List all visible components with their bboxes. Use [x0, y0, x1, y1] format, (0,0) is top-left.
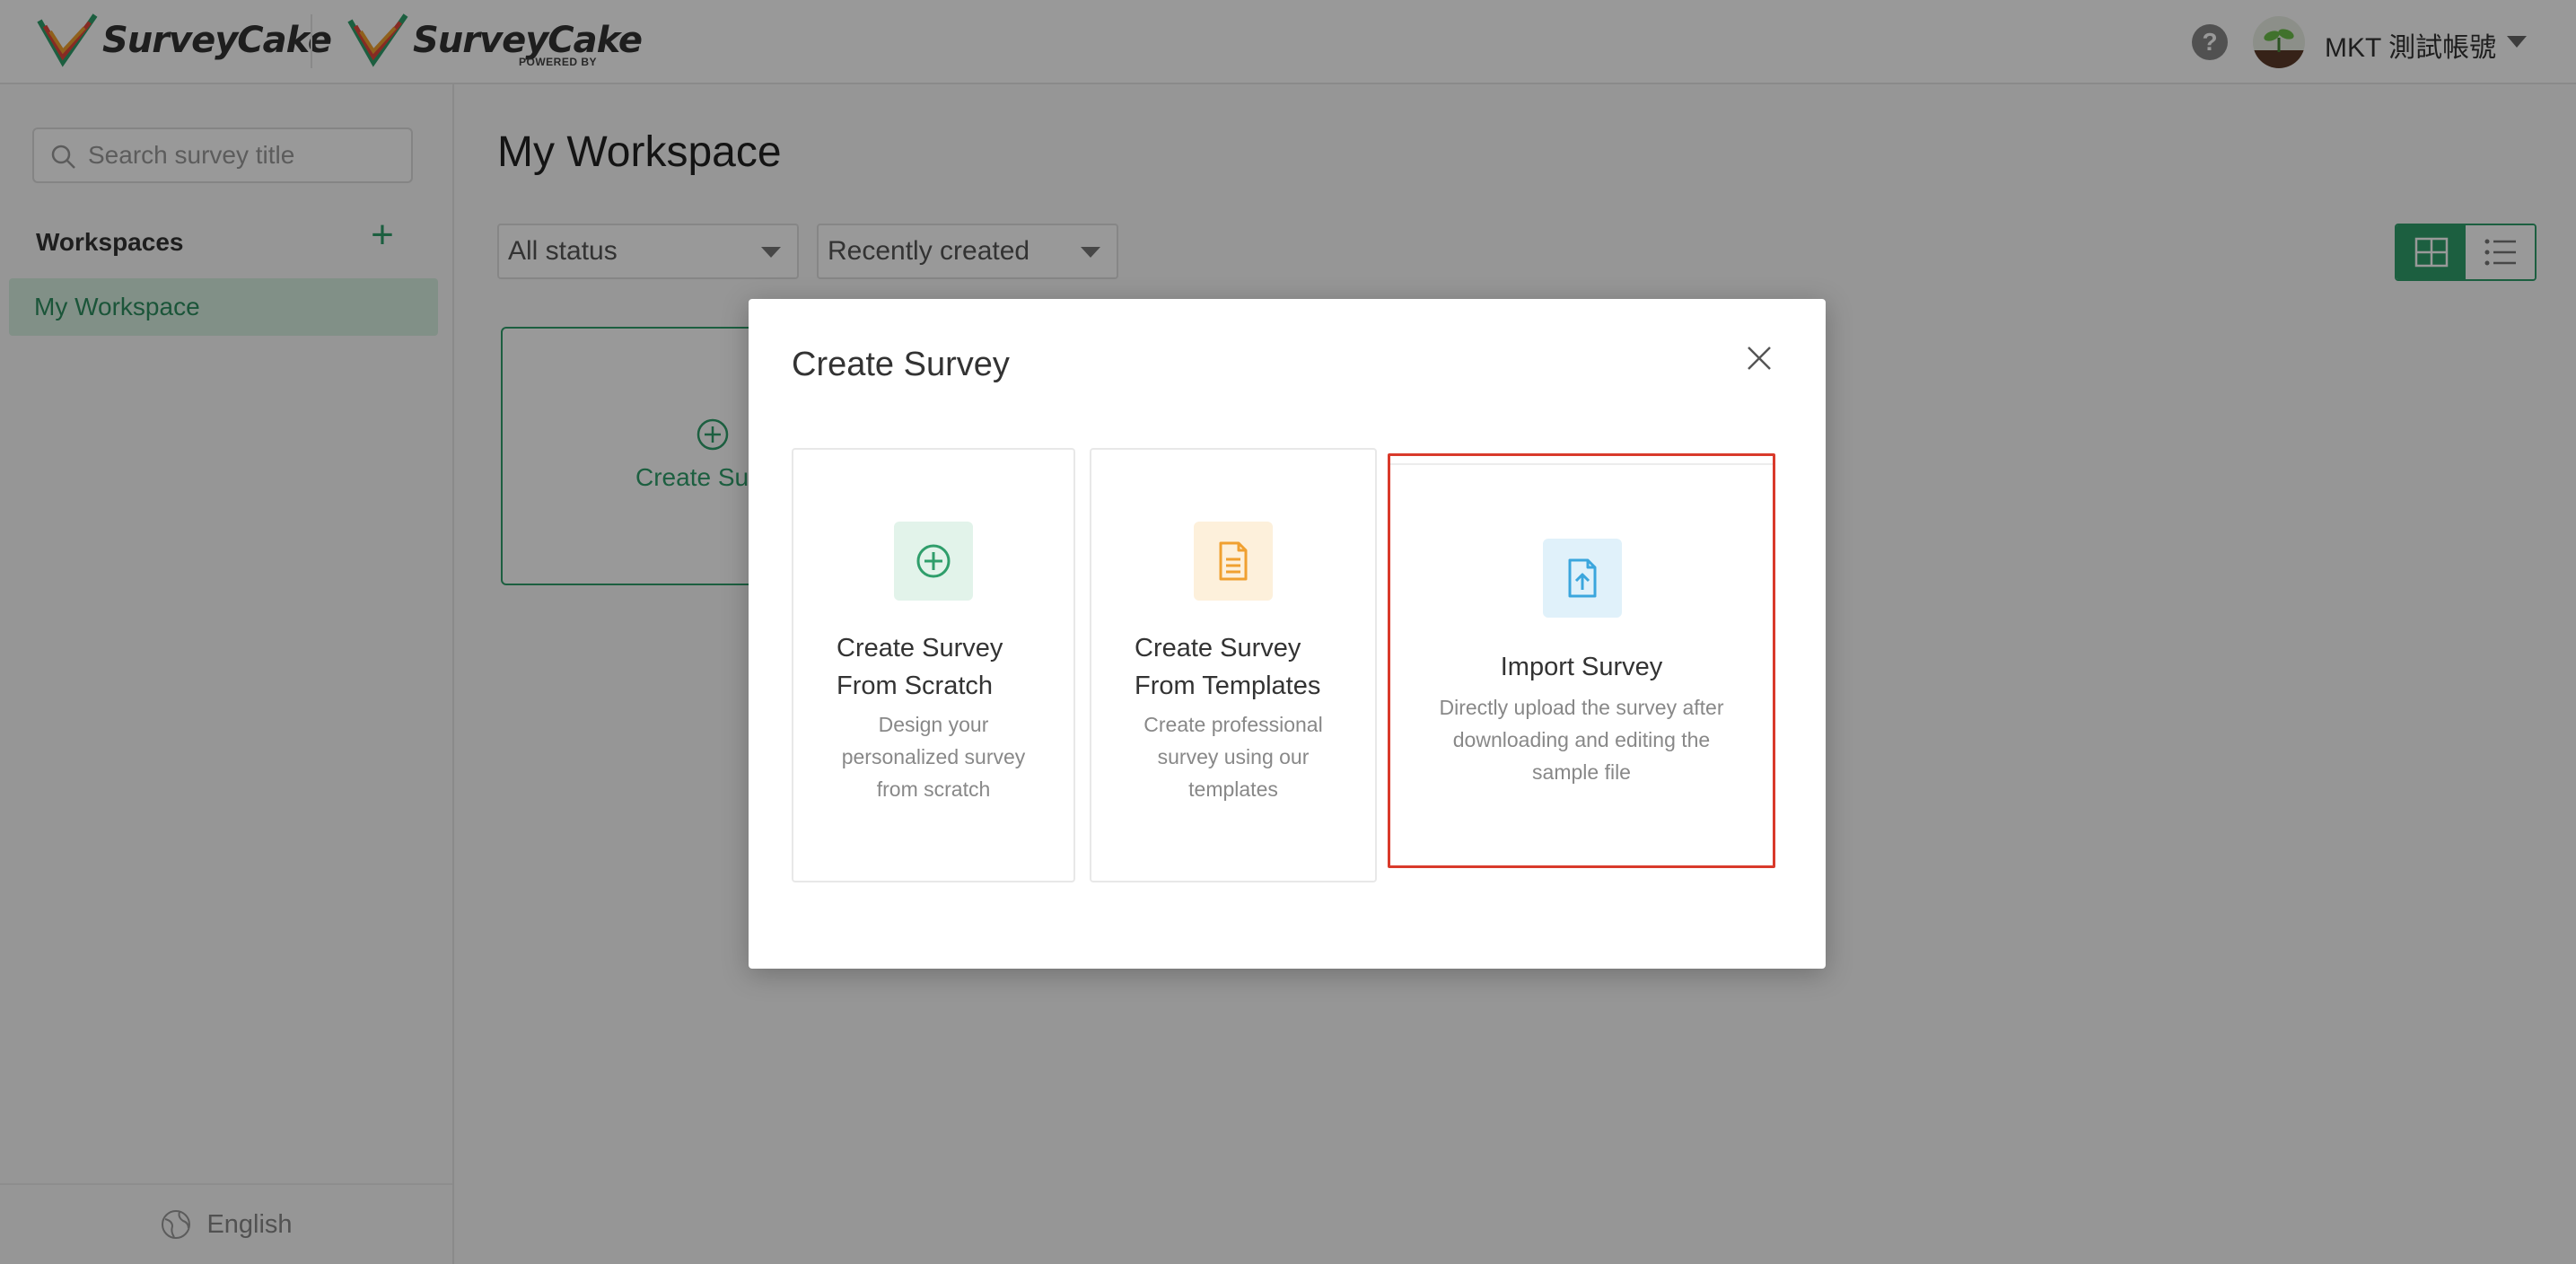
import-option-description: Directly upload the survey after downloa…: [1439, 696, 1724, 784]
templates-icon-box: [1194, 522, 1273, 601]
create-from-scratch-option[interactable]: Create Survey From Scratch Design your p…: [792, 448, 1075, 882]
templates-title-line1: Create Survey: [1135, 634, 1301, 663]
file-upload-icon: [1568, 558, 1597, 598]
scratch-option-description: Design your personalized survey from scr…: [841, 713, 1026, 801]
scratch-icon-box: [894, 522, 973, 601]
templates-title-line2: From Templates: [1135, 672, 1321, 700]
scratch-title-line2: From Scratch: [837, 672, 994, 700]
create-survey-modal: Create Survey Create Survey From Scratch…: [749, 299, 1826, 969]
create-from-templates-option[interactable]: Create Survey From Templates Create prof…: [1090, 448, 1377, 882]
scratch-title-line1: Create Survey: [837, 634, 1003, 663]
import-survey-option[interactable]: Import Survey Directly upload the survey…: [1388, 453, 1775, 868]
plus-circle-icon: [916, 544, 951, 578]
document-icon: [1219, 541, 1248, 581]
import-option-divider: [1390, 463, 1773, 465]
import-option-title: Import Survey: [1500, 653, 1663, 681]
close-icon[interactable]: [1745, 344, 1774, 373]
modal-title: Create Survey: [792, 346, 1010, 383]
templates-option-title: Create Survey From Templates: [1135, 629, 1359, 705]
templates-option-description: Create professional survey using our tem…: [1143, 713, 1323, 801]
scratch-option-title: Create Survey From Scratch: [837, 629, 1052, 705]
import-icon-box: [1543, 539, 1622, 618]
